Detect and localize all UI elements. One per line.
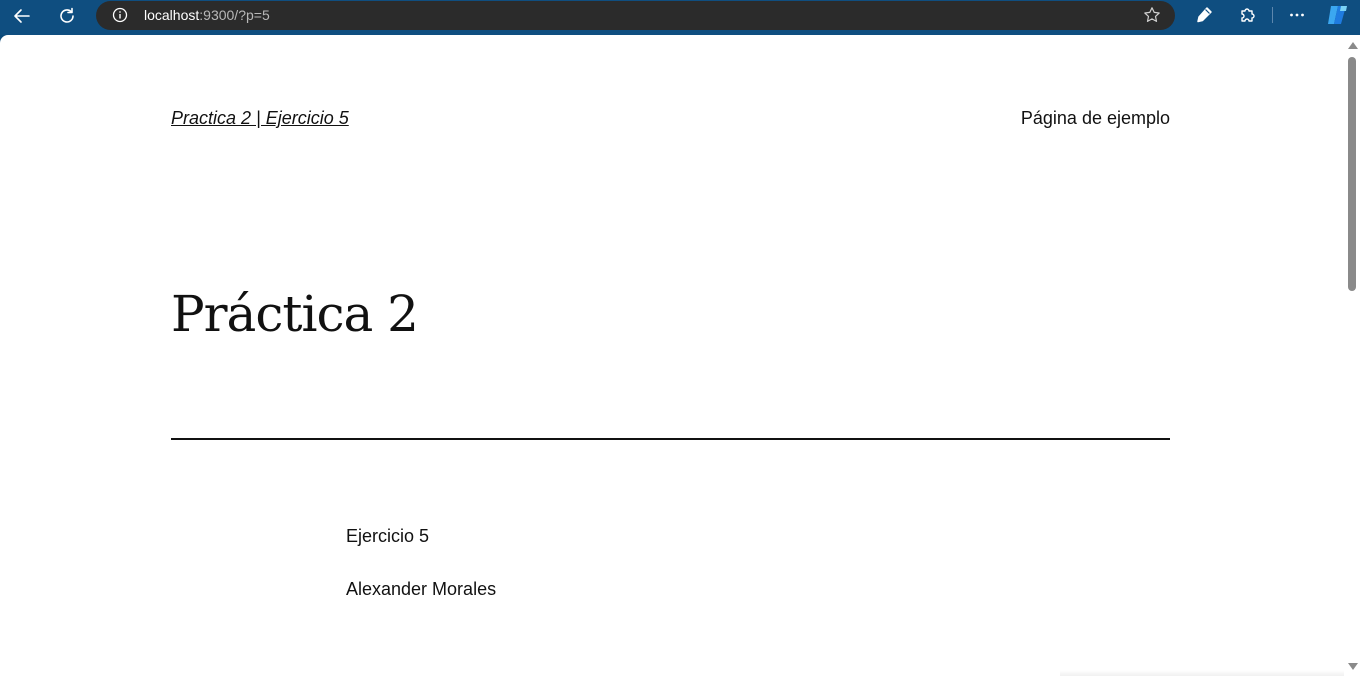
site-title-link[interactable]: Practica 2 | Ejercicio 5 (171, 106, 349, 130)
copilot-icon (1328, 6, 1347, 24)
vertical-scrollbar[interactable] (1344, 35, 1360, 676)
extensions-button[interactable] (1236, 4, 1260, 26)
separator (171, 438, 1170, 440)
scroll-down-icon[interactable] (1348, 663, 1358, 670)
star-icon[interactable] (1143, 6, 1161, 24)
pen-icon (1197, 7, 1212, 23)
url-text[interactable]: localhost:9300/?p=5 (144, 6, 270, 24)
reload-button[interactable] (52, 3, 82, 29)
browser-toolbar: localhost:9300/?p=5 (0, 0, 1360, 35)
more-button[interactable] (1285, 4, 1309, 26)
url-path: :9300/?p=5 (199, 7, 270, 23)
scroll-up-icon[interactable] (1348, 42, 1358, 49)
back-arrow-icon (14, 9, 30, 23)
back-button[interactable] (7, 3, 37, 29)
address-bar[interactable]: localhost:9300/?p=5 (96, 1, 1175, 30)
bottom-shadow (1060, 670, 1344, 676)
url-host: localhost (144, 7, 200, 23)
more-icon (1290, 13, 1304, 17)
reload-icon (60, 7, 74, 23)
page-title: Práctica 2 (171, 285, 419, 343)
content-paragraph: Ejercicio 5 (346, 526, 430, 546)
toolbar-divider (1272, 7, 1273, 23)
pen-button[interactable] (1192, 4, 1216, 26)
nav-link-sample-page[interactable]: Página de ejemplo (1021, 106, 1170, 130)
info-icon[interactable] (112, 7, 128, 23)
content-paragraph: Alexander Morales (346, 579, 497, 599)
copilot-button[interactable] (1326, 4, 1350, 26)
page-viewport: Practica 2 | Ejercicio 5 Página de ejemp… (0, 35, 1360, 676)
puzzle-icon (1241, 8, 1255, 22)
scrollbar-thumb[interactable] (1348, 57, 1356, 291)
